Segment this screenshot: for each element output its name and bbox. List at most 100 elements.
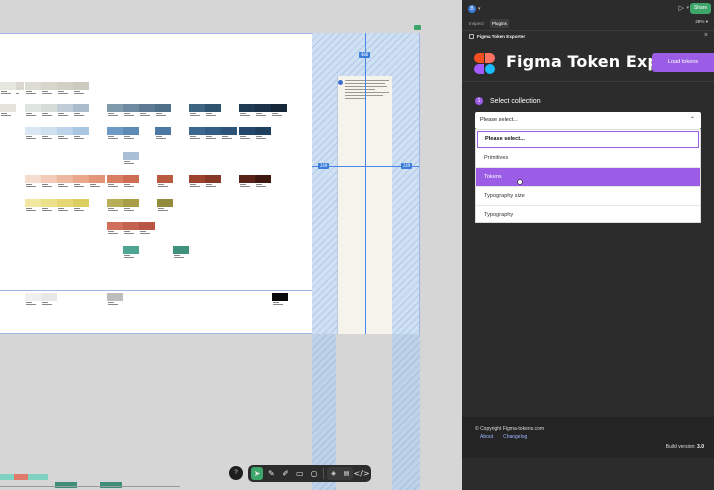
color-swatch-caption (107, 207, 123, 213)
plugin-window-header: Figma Token Exporter (462, 31, 714, 42)
close-icon[interactable]: × (704, 32, 708, 39)
pencil-tool-icon[interactable]: ✐ (279, 467, 291, 480)
option-typography[interactable]: Typography (476, 206, 700, 225)
color-swatch (155, 104, 171, 112)
share-button[interactable]: Share (690, 3, 711, 14)
color-swatch (221, 127, 237, 135)
color-swatch-caption (239, 135, 255, 141)
color-swatch-caption (123, 112, 139, 118)
changelog-link[interactable]: Changelog (503, 434, 527, 440)
color-swatch (107, 222, 123, 230)
help-button[interactable]: ? (229, 466, 243, 480)
chevron-down-icon[interactable]: ▾ (478, 6, 481, 12)
about-link[interactable]: About (480, 434, 493, 440)
color-swatch-caption (73, 207, 89, 213)
measure-label-right: 249 (401, 163, 413, 169)
color-swatch (123, 104, 139, 112)
color-swatch (73, 175, 89, 183)
color-swatch-caption (41, 90, 57, 96)
color-swatch-caption (73, 135, 89, 141)
load-tokens-button[interactable]: Load tokens (652, 53, 714, 72)
figma-logo-icon (474, 53, 495, 74)
color-swatch (123, 246, 139, 254)
color-swatch (0, 82, 16, 90)
pen-tool-icon[interactable]: ✎ (265, 467, 277, 480)
tab-plugins[interactable]: Plugins (489, 18, 509, 28)
chevron-down-icon: ▾ (705, 19, 708, 24)
color-swatch (57, 104, 73, 112)
color-swatch-caption (107, 301, 123, 307)
color-swatch-caption (123, 254, 139, 260)
chevron-down-icon[interactable]: ▾ (686, 5, 689, 11)
color-swatch (107, 104, 123, 112)
build-version: Build version: 3.0 (666, 444, 704, 450)
color-swatch-caption (107, 230, 123, 236)
color-swatch-caption (25, 112, 41, 118)
color-swatch-caption (255, 183, 271, 189)
color-swatch (0, 104, 16, 112)
color-swatch (239, 127, 255, 135)
plugin-window-title: Figma Token Exporter (477, 34, 526, 39)
option-tokens[interactable]: Tokens (476, 168, 700, 187)
tab-inspect[interactable]: Inspect (467, 19, 486, 28)
horizontal-scrollbar[interactable] (0, 486, 180, 487)
color-swatch-caption (57, 207, 73, 213)
panel-topbar: B ▾ ▷ ▾ Share (462, 0, 714, 17)
comment-tool-icon[interactable]: ▭ (294, 467, 306, 480)
color-swatch (239, 175, 255, 183)
color-swatch-caption (173, 254, 189, 260)
present-icon[interactable]: ▷ (679, 4, 684, 12)
canvas-toolbar: ➤ ✎ ✐ ▭ ○ ◈ ▤ </> (248, 465, 371, 482)
option-tokens-label: Tokens (484, 174, 502, 180)
color-swatch (73, 104, 89, 112)
option-typography-size[interactable]: Typography size (476, 187, 700, 206)
color-swatch (271, 104, 287, 112)
color-swatch (272, 293, 288, 301)
color-swatch-caption (25, 135, 41, 141)
collection-select[interactable]: Please select... ⌃ (475, 112, 701, 129)
color-swatch (189, 104, 205, 112)
color-swatch (157, 175, 173, 183)
color-swatch-caption (107, 183, 123, 189)
design-mode-icon[interactable]: ◈ (327, 467, 340, 480)
color-swatch-caption (239, 183, 255, 189)
color-swatch-caption (157, 183, 173, 189)
color-swatch (57, 175, 73, 183)
color-swatch (189, 175, 205, 183)
step-label: Select collection (490, 97, 541, 105)
color-swatch (25, 293, 41, 301)
color-swatch (123, 127, 139, 135)
user-avatar[interactable]: B (468, 4, 476, 13)
page-thumbnail[interactable] (100, 482, 122, 488)
move-tool-icon[interactable]: ➤ (251, 467, 264, 480)
option-primitives[interactable]: Primitives (476, 149, 700, 168)
color-swatch-caption (255, 135, 271, 141)
color-swatch (205, 127, 221, 135)
ellipse-tool-icon[interactable]: ○ (308, 467, 320, 480)
option-placeholder[interactable]: Please select... (477, 131, 699, 148)
color-swatch-caption (272, 301, 288, 307)
build-label: Build version: (665, 444, 696, 450)
color-swatch (73, 82, 89, 90)
color-swatch-caption (155, 112, 171, 118)
color-swatch-caption (123, 160, 139, 166)
design-canvas[interactable]: 406 249 249 ➤ ✎ ✐ ▭ ○ ◈ ▤ </> (0, 0, 462, 490)
color-swatch-caption (239, 112, 255, 118)
dev-mode-icon[interactable]: ▤ (340, 467, 353, 480)
color-swatch-caption (255, 112, 271, 118)
color-swatch (57, 127, 73, 135)
color-swatch (123, 222, 139, 230)
color-swatch (41, 82, 57, 90)
page-thumbnail[interactable] (55, 482, 77, 488)
color-swatch-caption (139, 112, 155, 118)
color-swatch-caption (25, 301, 41, 307)
color-swatch-caption (57, 112, 73, 118)
column-overlay-right (392, 334, 420, 490)
measure-guide-vertical (365, 33, 366, 334)
code-view-icon[interactable]: </> (353, 467, 369, 480)
color-swatch-caption (41, 183, 57, 189)
select-value: Please select... (480, 117, 518, 123)
color-swatch-caption (73, 183, 89, 189)
zoom-level[interactable]: 28% ▾ (695, 19, 708, 25)
page-thumbnail[interactable] (14, 474, 28, 480)
